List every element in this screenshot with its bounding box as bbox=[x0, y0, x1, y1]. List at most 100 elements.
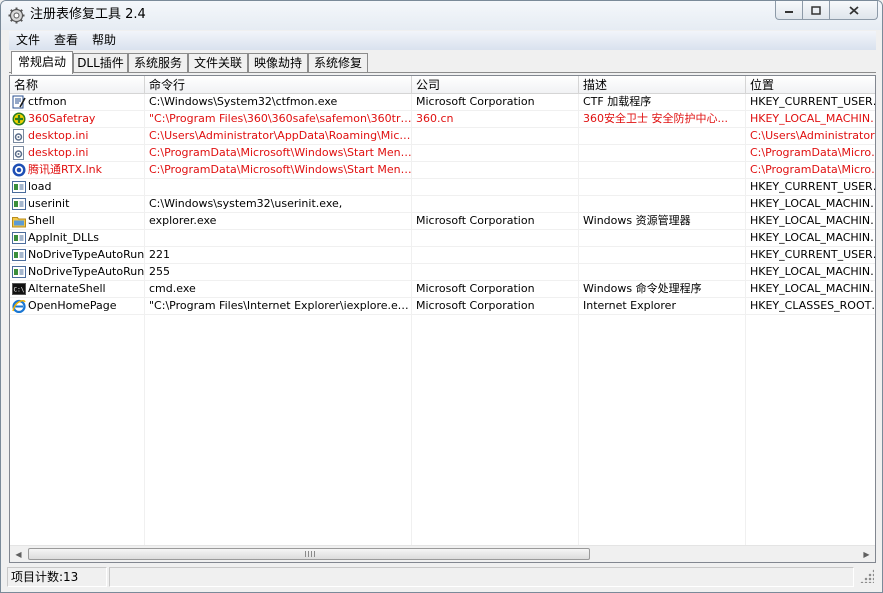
scroll-left-button[interactable]: ◀ bbox=[10, 546, 27, 562]
cell-description: Windows 资源管理器 bbox=[583, 214, 691, 227]
status-pane-secondary bbox=[109, 567, 854, 587]
safe360-icon bbox=[12, 112, 26, 126]
grip-icon bbox=[305, 551, 315, 557]
status-bar: 项目计数:13 bbox=[1, 565, 882, 592]
table-row[interactable]: Shell explorer.exe Microsoft Corporation Wi… bbox=[10, 213, 875, 230]
cell-command: C:\Windows\system32\userinit.exe, bbox=[149, 197, 343, 210]
cell-command bbox=[145, 179, 412, 195]
cell-location: HKEY_CLASSES_ROOT\CL bbox=[750, 299, 876, 312]
cell-company bbox=[412, 247, 579, 263]
scroll-right-button[interactable]: ▶ bbox=[858, 546, 875, 562]
cell-location: HKEY_LOCAL_MACHINE\S bbox=[750, 214, 876, 227]
cell-company bbox=[412, 196, 579, 212]
table-row[interactable]: userinit C:\Windows\system32\userinit.exe… bbox=[10, 196, 875, 213]
minimize-button[interactable] bbox=[775, 1, 803, 20]
column-name[interactable]: 名称 bbox=[10, 76, 145, 94]
cell-description bbox=[579, 145, 746, 161]
cell-name: NoDriveTypeAutoRun bbox=[28, 265, 145, 278]
cell-name: AlternateShell bbox=[28, 282, 106, 295]
cmd-icon: C:\ bbox=[12, 282, 26, 296]
close-button[interactable] bbox=[830, 1, 878, 20]
cell-name: desktop.ini bbox=[28, 129, 89, 142]
cell-name: Shell bbox=[28, 214, 55, 227]
cell-name: OpenHomePage bbox=[28, 299, 117, 312]
settings-file-icon bbox=[12, 146, 26, 160]
cell-description: CTF 加载程序 bbox=[583, 95, 652, 108]
cell-name: ctfmon bbox=[28, 95, 67, 108]
cell-name: desktop.ini bbox=[28, 146, 89, 159]
menu-view[interactable]: 查看 bbox=[47, 31, 85, 50]
gear-app-icon bbox=[8, 7, 25, 24]
cell-description: Internet Explorer bbox=[583, 299, 676, 312]
table-row[interactable]: 腾讯通RTX.lnk C:\ProgramData\Microsoft\Windo… bbox=[10, 162, 875, 179]
column-description[interactable]: 描述 bbox=[579, 76, 746, 94]
cell-company bbox=[412, 264, 579, 280]
tab-dll-plugins[interactable]: DLL插件 bbox=[73, 53, 128, 73]
table-row[interactable]: 360Safetray "C:\Program Files\360\360safe… bbox=[10, 111, 875, 128]
cell-command bbox=[145, 230, 412, 246]
menu-file[interactable]: 文件 bbox=[9, 31, 47, 50]
column-location[interactable]: 位置 bbox=[746, 76, 875, 94]
column-command[interactable]: 命令行 bbox=[145, 76, 412, 94]
title-bar[interactable]: 注册表修复工具 2.4 bbox=[1, 1, 882, 30]
cell-command: C:\Users\Administrator\AppData\Roaming\M… bbox=[149, 129, 412, 142]
table-row[interactable]: desktop.ini C:\Users\Administrator\AppDat… bbox=[10, 128, 875, 145]
ie-icon bbox=[12, 299, 26, 314]
maximize-icon bbox=[811, 5, 821, 15]
table-row[interactable]: AlternateShell cmd.exe Microsoft Corporati… bbox=[10, 281, 875, 298]
tab-system-services[interactable]: 系统服务 bbox=[128, 53, 188, 73]
cell-company: Microsoft Corporation bbox=[416, 282, 535, 295]
cell-name: load bbox=[28, 180, 52, 193]
cell-description bbox=[579, 179, 746, 195]
cell-command: "C:\Program Files\360\360safe\safemon\36… bbox=[149, 112, 412, 125]
scroll-thumb[interactable] bbox=[28, 548, 590, 560]
cell-command: 255 bbox=[149, 265, 170, 278]
startup-list[interactable]: 名称 命令行 公司 描述 位置 ctfmon C:\Windows\System3… bbox=[9, 75, 876, 563]
cell-location: HKEY_CURRENT_USER\So bbox=[750, 95, 875, 108]
cell-command: C:\Windows\System32\ctfmon.exe bbox=[149, 95, 338, 108]
table-row[interactable]: desktop.ini C:\ProgramData\Microsoft\Wind… bbox=[10, 145, 875, 162]
table-row[interactable]: NoDriveTypeAutoRun 255 HKEY_LOCAL_MACHINE\… bbox=[10, 264, 875, 281]
rtx-icon bbox=[12, 163, 26, 177]
cell-location: HKEY_LOCAL_MACHINE\S bbox=[750, 282, 876, 295]
tab-image-hijack[interactable]: 映像劫持 bbox=[248, 53, 308, 73]
tab-divider bbox=[9, 72, 876, 73]
resize-grip-icon[interactable] bbox=[860, 569, 874, 583]
window-title: 注册表修复工具 2.4 bbox=[30, 7, 146, 22]
cell-location: HKEY_LOCAL_MACHINE\S bbox=[750, 197, 876, 210]
cell-command: explorer.exe bbox=[149, 214, 217, 227]
cell-company: Microsoft Corporation bbox=[416, 95, 535, 108]
cell-name: userinit bbox=[28, 197, 70, 210]
registry-value-icon bbox=[12, 248, 26, 262]
cell-command: C:\ProgramData\Microsoft\Windows\Start M… bbox=[149, 163, 412, 176]
arrow-right-icon: ▶ bbox=[863, 550, 870, 559]
cell-description bbox=[579, 128, 746, 144]
tab-startup[interactable]: 常规启动 bbox=[11, 51, 73, 74]
table-row[interactable]: ctfmon C:\Windows\System32\ctfmon.exe Micr… bbox=[10, 94, 875, 111]
table-row[interactable]: AppInit_DLLs HKEY_LOCAL_MACHINE\S bbox=[10, 230, 875, 247]
cell-command: cmd.exe bbox=[149, 282, 196, 295]
cell-location: HKEY_CURRENT_USER\So bbox=[750, 180, 875, 193]
menu-help[interactable]: 帮助 bbox=[85, 31, 123, 50]
cell-command: "C:\Program Files\Internet Explorer\iexp… bbox=[149, 299, 412, 312]
list-rows: ctfmon C:\Windows\System32\ctfmon.exe Micr… bbox=[10, 94, 875, 546]
table-row[interactable]: NoDriveTypeAutoRun 221 HKEY_CURRENT_USER\S… bbox=[10, 247, 875, 264]
table-row[interactable]: OpenHomePage "C:\Program Files\Internet E… bbox=[10, 298, 875, 315]
menu-bar: 文件 查看 帮助 bbox=[9, 31, 876, 50]
tab-system-repair[interactable]: 系统修复 bbox=[308, 53, 368, 73]
close-icon bbox=[848, 5, 859, 15]
explorer-folder-icon bbox=[12, 214, 26, 228]
tab-file-associations[interactable]: 文件关联 bbox=[188, 53, 248, 73]
registry-value-icon bbox=[12, 180, 26, 194]
registry-value-icon bbox=[12, 265, 26, 279]
maximize-button[interactable] bbox=[803, 1, 830, 20]
cell-description bbox=[579, 264, 746, 280]
cell-location: HKEY_LOCAL_MACHINE\S bbox=[750, 265, 876, 278]
status-count: 项目计数:13 bbox=[7, 567, 107, 587]
cell-location: C:\ProgramData\Microsof bbox=[750, 146, 876, 159]
table-row[interactable]: load HKEY_CURRENT_USER\So bbox=[10, 179, 875, 196]
column-company[interactable]: 公司 bbox=[412, 76, 579, 94]
cell-location: HKEY_LOCAL_MACHINE\S bbox=[750, 231, 876, 244]
cell-company bbox=[412, 230, 579, 246]
horizontal-scrollbar[interactable]: ◀ ▶ bbox=[10, 545, 875, 562]
